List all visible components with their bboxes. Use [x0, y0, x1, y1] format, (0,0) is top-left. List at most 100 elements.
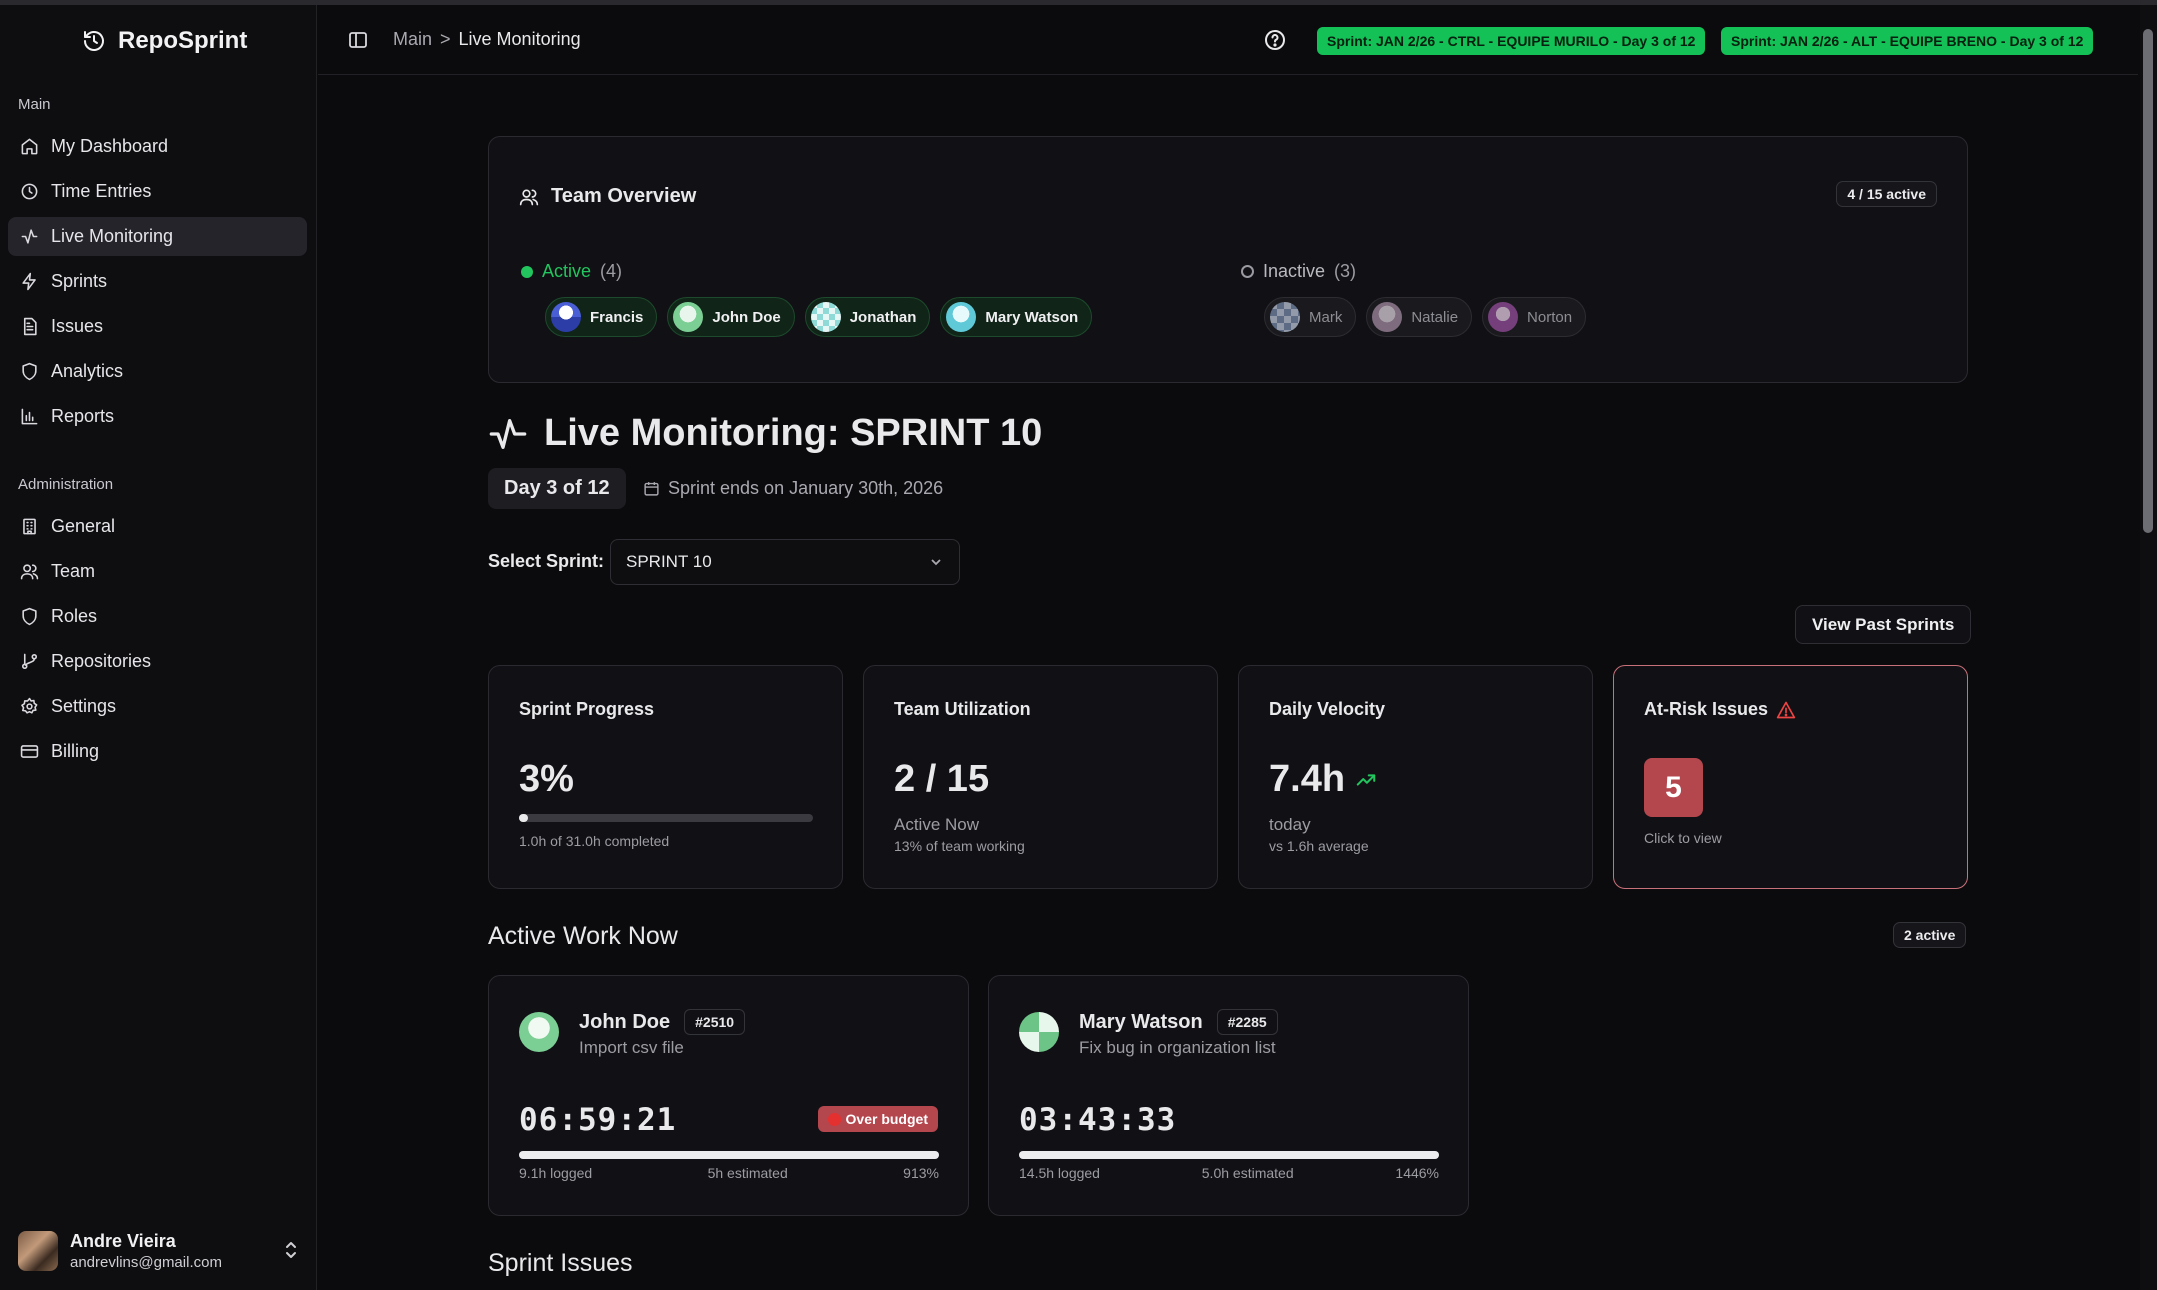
active-dot-icon: [521, 265, 533, 278]
brand[interactable]: RepoSprint: [82, 27, 247, 55]
stat-subtext: Active Now: [894, 815, 980, 834]
select-sprint-label: Select Sprint:: [488, 551, 605, 571]
team-overview-title: Team Overview: [519, 185, 696, 208]
sidebar-item-label: Repositories: [51, 651, 152, 671]
sprint-ends-text: Sprint ends on January 30th, 2026: [668, 478, 944, 498]
sidebar-item-my-dashboard[interactable]: My Dashboard: [8, 127, 307, 166]
chevron-down-icon: [931, 559, 941, 566]
sidebar-item-roles[interactable]: Roles: [8, 597, 307, 636]
work-progress-fill: [519, 1151, 939, 1159]
work-user-name: Mary Watson: [1079, 1010, 1203, 1033]
sidebar-item-label: Live Monitoring: [51, 226, 174, 246]
active-work-card[interactable]: Mary Watson #2285 Fix bug in organizatio…: [988, 975, 1469, 1216]
git-branch-icon: [21, 653, 38, 670]
avatar: [551, 302, 581, 332]
inactive-members: Mark Natalie Norton: [1264, 297, 1587, 337]
user-menu[interactable]: Andre Vieira andrevlins@gmail.com: [18, 1227, 300, 1275]
stat-subtext-secondary: 13% of team working: [894, 838, 1025, 854]
member-chip[interactable]: Mark: [1264, 297, 1357, 337]
issue-tag[interactable]: #2285: [1216, 1009, 1278, 1035]
work-description: Import csv file: [579, 1038, 684, 1057]
home-icon: [21, 138, 38, 155]
stat-subtext: Click to view: [1644, 830, 1722, 846]
work-progress-bar: [519, 1151, 939, 1159]
team-utilization-card: Team Utilization 2 / 15 Active Now 13% o…: [863, 665, 1218, 889]
work-progress-fill: [1019, 1151, 1439, 1159]
sidebar-item-live-monitoring[interactable]: Live Monitoring: [8, 217, 307, 256]
avatar: [810, 302, 841, 332]
activity-icon: [21, 229, 38, 244]
sprint-badge-alt[interactable]: Sprint: JAN 2/26 - ALT - EQUIPE BRENO - …: [1721, 27, 2094, 55]
red-circle-icon: [827, 1112, 841, 1126]
sidebar-item-label: Time Entries: [51, 181, 152, 201]
member-chip[interactable]: John Doe: [667, 297, 795, 337]
stat-title: At-Risk Issues: [1644, 699, 1796, 720]
alert-triangle-icon: [1776, 701, 1796, 718]
page-scrollbar[interactable]: [2140, 5, 2157, 1290]
sprint-progress-bar: [519, 814, 813, 822]
shield-icon: [22, 362, 37, 381]
sidebar-item-issues[interactable]: Issues: [8, 307, 307, 346]
sidebar-item-billing[interactable]: Billing: [8, 732, 307, 771]
sprint-badge-ctrl[interactable]: Sprint: JAN 2/26 - CTRL - EQUIPE MURILO …: [1317, 27, 1706, 55]
stat-subtext: today: [1269, 815, 1311, 834]
history-icon: [84, 31, 104, 51]
member-chip[interactable]: Norton: [1482, 297, 1587, 337]
sprint-select[interactable]: SPRINT 10: [610, 539, 960, 585]
member-chip[interactable]: Jonathan: [804, 297, 931, 337]
avatar: [673, 302, 704, 332]
sidebar-item-team[interactable]: Team: [8, 552, 307, 591]
breadcrumb-separator: >: [440, 29, 451, 49]
stat-title: Team Utilization: [894, 699, 1031, 719]
member-chip[interactable]: Mary Watson: [940, 297, 1093, 337]
nav-section-main: Main: [18, 96, 51, 113]
work-percent: 913%: [903, 1165, 939, 1181]
zap-icon: [22, 272, 36, 291]
sidebar-item-label: My Dashboard: [51, 136, 169, 156]
scrollbar-thumb[interactable]: [2143, 29, 2153, 533]
stat-title: Sprint Progress: [519, 699, 655, 719]
member-chip[interactable]: Francis: [545, 297, 658, 337]
nav-main: My Dashboard Time Entries Live Monitorin…: [8, 127, 307, 442]
stat-value: 2 / 15: [894, 758, 990, 800]
at-risk-issues-card[interactable]: At-Risk Issues 5 Click to view: [1613, 665, 1968, 889]
sprint-progress-fill: [519, 814, 528, 822]
member-name: Mary Watson: [985, 308, 1079, 326]
users-icon: [519, 189, 539, 205]
sidebar-item-analytics[interactable]: Analytics: [8, 352, 307, 391]
avatar: [519, 1012, 559, 1052]
avatar: [1372, 302, 1403, 332]
member-name: Norton: [1527, 308, 1573, 326]
breadcrumb: Main > Live Monitoring: [393, 29, 581, 50]
sidebar-item-label: Roles: [51, 606, 98, 626]
over-budget-label: Over budget: [845, 1111, 928, 1127]
sidebar-item-general[interactable]: General: [8, 507, 307, 546]
sidebar-item-repositories[interactable]: Repositories: [8, 642, 307, 681]
sprint-ends: Sprint ends on January 30th, 2026: [643, 478, 943, 499]
view-past-sprints-button[interactable]: View Past Sprints: [1795, 605, 1972, 644]
breadcrumb-main[interactable]: Main: [393, 29, 432, 50]
inactive-count: (3): [1334, 261, 1357, 281]
at-risk-count[interactable]: 5: [1644, 758, 1703, 817]
sidebar-item-label: Settings: [51, 696, 117, 716]
sidebar-toggle-icon[interactable]: [348, 30, 368, 50]
avatar: [1488, 302, 1519, 332]
sidebar-item-time-entries[interactable]: Time Entries: [8, 172, 307, 211]
credit-card-icon: [20, 745, 39, 758]
trending-up-icon: [1356, 773, 1376, 786]
daily-velocity-card: Daily Velocity 7.4h today vs 1.6h averag…: [1238, 665, 1593, 889]
sidebar-item-settings[interactable]: Settings: [8, 687, 307, 726]
member-name: Jonathan: [849, 308, 917, 326]
active-work-card[interactable]: John Doe #2510 Import csv file 06:59:21 …: [488, 975, 969, 1216]
issue-tag[interactable]: #2510: [684, 1009, 746, 1035]
work-footer: 9.1h logged 5h estimated 913%: [519, 1165, 939, 1181]
calendar-icon: [644, 482, 659, 496]
over-budget-badge: Over budget: [817, 1106, 938, 1132]
help-icon[interactable]: [1263, 28, 1287, 52]
active-work-badge: 2 active: [1893, 922, 1967, 948]
member-chip[interactable]: Natalie: [1366, 297, 1473, 337]
sidebar-item-sprints[interactable]: Sprints: [8, 262, 307, 301]
sidebar-item-reports[interactable]: Reports: [8, 397, 307, 436]
stat-value-row: 7.4h: [1269, 758, 1377, 801]
sprint-progress-card: Sprint Progress 3% 1.0h of 31.0h complet…: [488, 665, 843, 889]
